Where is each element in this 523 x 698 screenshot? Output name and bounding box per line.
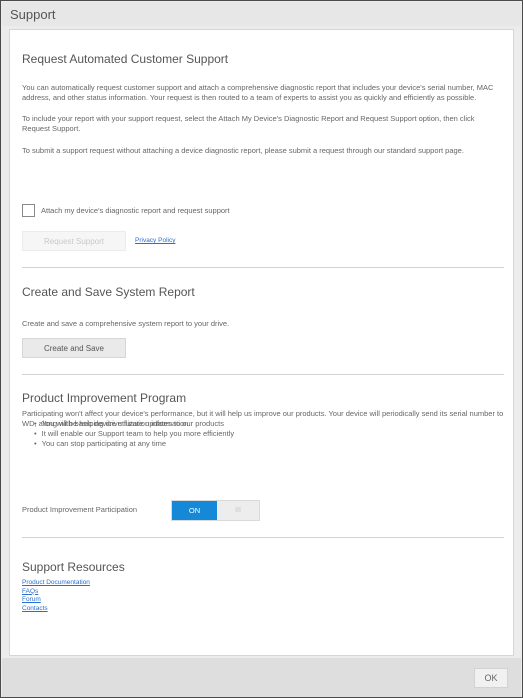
contacts-link[interactable]: Contacts [22, 605, 90, 614]
list-item: You will be helping drive future updates… [34, 419, 234, 429]
product-improvement-benefits: You will be helping drive future updates… [34, 419, 234, 449]
toggle-on-state[interactable]: ON [172, 501, 217, 520]
create-and-save-button[interactable]: Create and Save [22, 338, 126, 358]
forum-link[interactable]: Forum [22, 596, 90, 605]
section-divider [22, 267, 504, 268]
system-report-title: Create and Save System Report [22, 285, 195, 299]
automated-support-description: You can automatically request customer s… [22, 83, 494, 102]
system-report-description: Create and save a comprehensive system r… [22, 319, 230, 328]
support-resources-links: Product Documentation FAQs Forum Contact… [22, 579, 90, 613]
support-dialog: Support Request Automated Customer Suppo… [0, 0, 523, 698]
automated-support-title: Request Automated Customer Support [22, 52, 229, 66]
dialog-title: Support [10, 7, 56, 22]
request-support-button[interactable]: Request Support [22, 231, 126, 251]
privacy-policy-link[interactable]: Privacy Policy [135, 237, 175, 244]
section-divider [22, 537, 504, 538]
attach-report-label[interactable]: Attach my device's diagnostic report and… [41, 206, 230, 215]
support-panel[interactable]: Request Automated Customer Support You c… [9, 29, 514, 656]
automated-support-alternative: To submit a support request without atta… [22, 146, 464, 155]
attach-report-checkbox[interactable] [22, 204, 35, 217]
participation-toggle[interactable]: ON III [171, 500, 260, 521]
faqs-link[interactable]: FAQs [22, 588, 90, 597]
toggle-off-state[interactable]: III [217, 501, 259, 520]
list-item: You can stop participating at any time [34, 439, 234, 449]
support-resources-title: Support Resources [22, 560, 125, 574]
list-item: It will enable our Support team to help … [34, 429, 234, 439]
product-improvement-title: Product Improvement Program [22, 391, 187, 405]
dialog-footer: OK [2, 658, 521, 697]
section-divider [22, 374, 504, 375]
title-bar: Support [2, 2, 521, 26]
automated-support-instructions: To include your report with your support… [22, 114, 475, 133]
ok-button[interactable]: OK [474, 668, 508, 688]
product-documentation-link[interactable]: Product Documentation [22, 579, 90, 588]
participation-toggle-label: Product Improvement Participation [22, 505, 138, 514]
